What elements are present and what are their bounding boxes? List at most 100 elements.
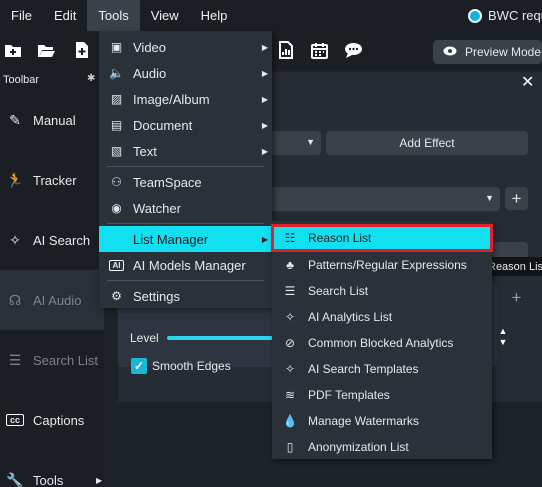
menu-file[interactable]: File	[0, 0, 43, 31]
submenu-item-search-list[interactable]: ☰ Search List	[272, 278, 492, 304]
app-title: BWC requ	[488, 8, 542, 23]
submenu-item-manage-watermarks[interactable]: 💧 Manage Watermarks	[272, 408, 492, 434]
menu-item-label: Patterns/Regular Expressions	[308, 258, 467, 272]
eye-icon	[443, 45, 457, 59]
menu-help[interactable]: Help	[190, 0, 239, 31]
block-icon: ⊘	[284, 336, 296, 350]
text-icon: ▧	[110, 144, 123, 158]
reason-list-icon: ☷	[284, 231, 296, 245]
magic-wand-icon: ✧	[284, 362, 296, 376]
brand-logo-icon	[468, 8, 482, 23]
submenu-item-reason-list[interactable]: ☷ Reason List	[271, 224, 493, 252]
add-item-button[interactable]: +	[505, 288, 528, 308]
menu-item-document[interactable]: ▤ Document ▶	[99, 112, 272, 138]
chat-icon[interactable]	[343, 40, 363, 60]
sidebar-item-label: AI Search	[33, 232, 91, 248]
menubar: File Edit Tools View Help	[0, 0, 542, 31]
menu-item-text[interactable]: ▧ Text ▶	[99, 138, 272, 164]
menu-item-label: PDF Templates	[308, 388, 390, 402]
document-icon: ▤	[110, 118, 123, 132]
submenu-item-anonymization-list[interactable]: ▯ Anonymization List	[272, 434, 492, 460]
sidebar-item-ai-audio[interactable]: ☊ AI Audio	[0, 270, 104, 330]
submenu-item-ai-search-templates[interactable]: ✧ AI Search Templates	[272, 356, 492, 382]
menu-item-video[interactable]: ▣ Video ▶	[99, 34, 272, 60]
search-list-icon: ☰	[284, 284, 296, 298]
level-slider[interactable]	[167, 336, 277, 340]
menu-edit[interactable]: Edit	[43, 0, 87, 31]
menu-item-teamspace[interactable]: ⚇ TeamSpace	[99, 169, 272, 195]
menu-item-label: TeamSpace	[133, 174, 202, 190]
menu-item-label: Search List	[308, 284, 369, 298]
menu-item-label: Image/Album	[133, 91, 210, 107]
gear-icon: ⚙	[111, 289, 122, 303]
close-icon[interactable]: ✕	[521, 72, 534, 92]
sidebar-item-tracker[interactable]: 🏃 Tracker	[0, 150, 104, 210]
sidebar-item-label: Tracker	[33, 172, 77, 188]
menu-item-label: AI Search Templates	[308, 362, 419, 376]
submenu-item-pdf-templates[interactable]: ≋ PDF Templates	[272, 382, 492, 408]
menu-item-list-manager[interactable]: List Manager ▶	[99, 226, 272, 252]
smooth-edges-checkbox[interactable]: ✓	[131, 358, 147, 374]
sidebar: ✎ Manual 🏃 Tracker ✧ AI Search ☊ AI Audi…	[0, 90, 104, 487]
menu-item-label: Video	[133, 39, 167, 55]
file-chart-icon[interactable]	[276, 40, 296, 60]
menu-item-label: Document	[133, 117, 193, 133]
menu-tools[interactable]: Tools	[87, 0, 140, 31]
layers-icon: ≋	[284, 388, 296, 402]
level-stepper[interactable]: ▲ ▼	[496, 326, 510, 348]
chevron-down-icon: ▼	[485, 193, 494, 203]
sidebar-item-label: Captions	[33, 412, 85, 428]
menu-item-audio[interactable]: 🔈 Audio ▶	[99, 60, 272, 86]
pin-icon[interactable]: ✱	[87, 73, 95, 84]
add-reason-button[interactable]: +	[505, 187, 528, 210]
file-plus-icon[interactable]	[72, 40, 92, 60]
speaker-icon: 🔈	[109, 66, 124, 80]
menu-item-label: AI Models Manager	[133, 257, 246, 273]
menu-item-label: Common Blocked Analytics	[308, 336, 454, 350]
headset-icon: ☊	[8, 291, 22, 308]
sidebar-item-ai-search[interactable]: ✧ AI Search	[0, 210, 104, 270]
menu-item-ai-models-manager[interactable]: AI AI Models Manager	[99, 252, 272, 278]
runner-icon: 🏃	[6, 171, 24, 188]
list-manager-submenu: ☷ Reason List ♣ Patterns/Regular Express…	[271, 221, 493, 460]
eye-icon: ◉	[111, 201, 122, 215]
chevron-right-icon: ▶	[261, 42, 268, 52]
calendar-icon[interactable]	[309, 40, 329, 60]
preview-mode-button[interactable]: Preview Mode	[433, 40, 542, 64]
ai-icon: AI	[109, 259, 124, 271]
app-brand: BWC requ	[468, 0, 542, 31]
add-effect-button[interactable]: Add Effect	[326, 131, 528, 155]
menu-item-label: Audio	[133, 65, 167, 81]
menu-separator	[107, 166, 264, 167]
menu-item-image-album[interactable]: ▨ Image/Album ▶	[99, 86, 272, 112]
menu-view[interactable]: View	[140, 0, 190, 31]
chevron-right-icon: ▶	[261, 68, 268, 78]
submenu-item-common-blocked-analytics[interactable]: ⊘ Common Blocked Analytics	[272, 330, 492, 356]
video-icon: ▣	[110, 40, 123, 54]
menu-item-label: Settings	[133, 288, 180, 304]
magic-wand-icon: ✧	[9, 231, 21, 248]
folder-plus-icon[interactable]	[3, 40, 23, 60]
sidebar-item-manual[interactable]: ✎ Manual	[0, 90, 104, 150]
pen-icon: ✎	[9, 111, 21, 128]
sidebar-item-captions[interactable]: cc Captions	[0, 390, 104, 450]
menu-item-label: AI Analytics List	[308, 310, 393, 324]
menu-item-watcher[interactable]: ◉ Watcher	[99, 195, 272, 221]
image-icon: ▨	[110, 92, 123, 106]
menu-item-label: Watcher	[133, 200, 181, 216]
chevron-right-icon: ▶	[261, 234, 268, 244]
submenu-item-ai-analytics-list[interactable]: ✧ AI Analytics List	[272, 304, 492, 330]
submenu-item-patterns[interactable]: ♣ Patterns/Regular Expressions	[272, 252, 492, 278]
chevron-right-icon: ▶	[261, 94, 268, 104]
folder-open-icon[interactable]	[36, 40, 56, 60]
tools-menu: ▣ Video ▶ 🔈 Audio ▶ ▨ Image/Album ▶ ▤ Do…	[99, 31, 272, 308]
sidebar-item-tools[interactable]: 🔧 Tools ▶	[0, 450, 104, 487]
droplet-icon: 💧	[282, 414, 298, 428]
sidebar-item-label: AI Audio	[33, 292, 82, 308]
file-question-icon: ▯	[286, 440, 294, 454]
sidebar-item-search-list[interactable]: ☰ Search List	[0, 330, 104, 390]
sidebar-item-label: Tools	[33, 472, 64, 487]
menu-item-label: Manage Watermarks	[308, 414, 419, 428]
menu-item-settings[interactable]: ⚙ Settings	[99, 283, 272, 309]
chevron-right-icon: ▶	[261, 146, 268, 156]
